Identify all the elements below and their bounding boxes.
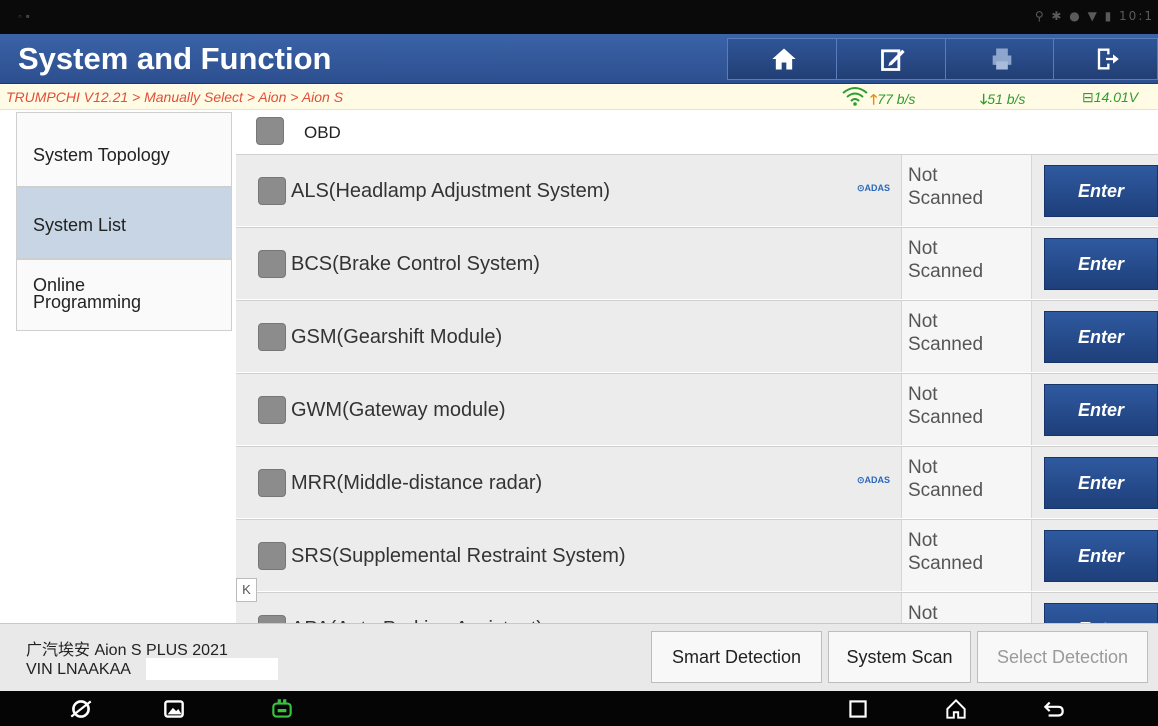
scan-status: NotScanned xyxy=(901,155,1032,226)
system-name: GWM(Gateway module) xyxy=(291,399,506,421)
enter-button[interactable]: Enter xyxy=(1044,603,1158,623)
recent-apps-icon[interactable] xyxy=(845,696,871,722)
home-nav-icon[interactable] xyxy=(943,696,969,722)
scan-status-line1: Not xyxy=(908,530,938,551)
system-row[interactable]: SRS(Supplemental Restraint System) Not Sca… xyxy=(236,519,1158,591)
exit-icon xyxy=(1097,48,1119,70)
sidebar-item-label: Online Programming xyxy=(33,275,142,312)
vehicle-info: 广汽埃安 Aion S PLUS 2021 xyxy=(26,642,228,659)
system-row[interactable]: BCS(Brake Control System) Not Scanned Enter xyxy=(236,227,1158,299)
system-name: SRS(Supplemental Restraint System) xyxy=(291,545,626,567)
scan-status: NotScanned xyxy=(901,447,1032,518)
breadcrumb: TRUMPCHI V12.21 > Manually Select > Aion… xyxy=(6,89,344,105)
exit-button[interactable] xyxy=(1053,38,1158,80)
browser-icon[interactable] xyxy=(68,696,94,722)
collapse-sidebar-button[interactable]: K xyxy=(236,578,257,602)
smart-detection-button[interactable]: Smart Detection xyxy=(651,631,822,683)
vin-redaction xyxy=(146,658,278,680)
select-all-checkbox[interactable] xyxy=(256,117,284,145)
enter-button[interactable]: Enter xyxy=(1044,530,1158,582)
scan-status-line2: Scanned xyxy=(908,261,984,282)
android-status-bar: ◦ ▪ ⚲ ✱ ● ▼ ▮ 10:1 xyxy=(0,0,1158,34)
status-left-icons: ◦ ▪ xyxy=(18,9,30,23)
scan-status: NotScanned xyxy=(901,374,1032,445)
system-checkbox[interactable] xyxy=(258,615,286,623)
list-header-row: OBD xyxy=(236,110,1158,154)
system-checkbox[interactable] xyxy=(258,250,286,278)
print-icon xyxy=(992,48,1012,70)
battery-voltage: ⊟14.01V xyxy=(1082,89,1138,106)
select-detection-button[interactable]: Select Detection xyxy=(977,631,1148,683)
sidebar: System Topology System List Online Progr… xyxy=(16,112,232,331)
sidebar-item-label: System List xyxy=(33,215,127,235)
scan-status-line2: Scanned xyxy=(908,407,984,428)
scan-status: NotScanned xyxy=(901,520,1032,591)
breadcrumb-bar: TRUMPCHI V12.21 > Manually Select > Aion… xyxy=(0,84,1158,110)
system-name: BCS(Brake Control System) xyxy=(291,253,540,275)
footer-bar: 广汽埃安 Aion S PLUS 2021 VIN LNAAKAA Smart … xyxy=(0,623,1158,691)
enter-button[interactable]: Enter xyxy=(1044,311,1158,363)
scan-status-line1: Not xyxy=(908,311,938,332)
page-title: System and Function xyxy=(18,41,332,76)
sidebar-item-system-topology[interactable]: System Topology xyxy=(16,112,232,187)
adas-badge: ⊙ADAS xyxy=(857,183,891,193)
enter-button[interactable]: Enter xyxy=(1044,457,1158,509)
scan-status-line1: Not xyxy=(908,238,938,259)
system-scan-button[interactable]: System Scan xyxy=(828,631,971,683)
sidebar-item-system-list[interactable]: System List xyxy=(16,187,232,259)
vin-label: VIN LNAAKAA xyxy=(26,661,131,678)
enter-button[interactable]: Enter xyxy=(1044,238,1158,290)
scan-status: NotScanned xyxy=(901,301,1032,372)
scan-status-line2: Scanned xyxy=(908,188,984,209)
system-row[interactable]: APA(Auto Parking Assistant)NotScannedEnt… xyxy=(236,592,1158,623)
system-checkbox[interactable] xyxy=(258,323,286,351)
edit-report-button[interactable] xyxy=(836,38,950,80)
wifi-icon xyxy=(842,87,868,106)
sidebar-item-online-programming[interactable]: Online Programming xyxy=(16,259,232,331)
print-button[interactable] xyxy=(945,38,1059,80)
enter-button[interactable]: Enter xyxy=(1044,165,1158,217)
adas-badge: ⊙ADAS xyxy=(857,475,891,485)
system-checkbox[interactable] xyxy=(258,469,286,497)
upload-rate-text: 77 b/s xyxy=(877,91,916,107)
edit-report-icon xyxy=(881,49,905,71)
scan-status-line1: Not xyxy=(908,384,938,405)
scan-status-line1: Not xyxy=(908,457,938,478)
scan-status: NotScanned xyxy=(901,593,1032,623)
scan-status-line1: Not xyxy=(908,165,938,186)
system-checkbox[interactable] xyxy=(258,177,286,205)
system-list[interactable]: OBD ALS(Headlamp Adjustment System) ⊙ADAS… xyxy=(236,110,1158,623)
home-button[interactable] xyxy=(727,38,841,80)
scan-status: NotScanned xyxy=(901,228,1032,299)
system-name: GSM(Gearshift Module) xyxy=(291,326,503,348)
system-checkbox[interactable] xyxy=(258,396,286,424)
system-name: MRR(Middle-distance radar) xyxy=(291,472,543,494)
gallery-icon[interactable] xyxy=(161,696,187,722)
scan-status-line2: Scanned xyxy=(908,553,984,574)
app-header: System and Function xyxy=(0,34,1158,84)
back-icon[interactable] xyxy=(1041,696,1067,722)
system-row[interactable]: GWM(Gateway module) Not Scanned Enter xyxy=(236,373,1158,445)
android-nav-bar xyxy=(0,691,1158,726)
system-row[interactable]: ALS(Headlamp Adjustment System) ⊙ADAS Not S… xyxy=(236,154,1158,226)
battery-icon: ⊟ xyxy=(1082,89,1094,105)
home-icon xyxy=(772,48,796,70)
sidebar-item-label: System Topology xyxy=(33,145,170,165)
enter-button[interactable]: Enter xyxy=(1044,384,1158,436)
voltage-text: 14.01V xyxy=(1093,89,1139,105)
system-row[interactable]: MRR(Middle-distance radar) ⊙ADAS Not Scanne… xyxy=(236,446,1158,518)
system-name: ALS(Headlamp Adjustment System) xyxy=(291,180,611,202)
scan-status-line2: Scanned xyxy=(908,334,984,355)
vci-icon[interactable] xyxy=(269,696,295,722)
list-header-label: OBD xyxy=(304,123,341,142)
system-checkbox[interactable] xyxy=(258,542,286,570)
status-right-icons: ⚲ ✱ ● ▼ ▮ 10:1 xyxy=(1034,9,1154,23)
scan-status-line1: Not xyxy=(908,603,938,623)
system-row[interactable]: GSM(Gearshift Module) Not Scanned Enter xyxy=(236,300,1158,372)
scan-status-line2: Scanned xyxy=(908,480,984,501)
download-rate-text: 51 b/s xyxy=(987,91,1026,107)
